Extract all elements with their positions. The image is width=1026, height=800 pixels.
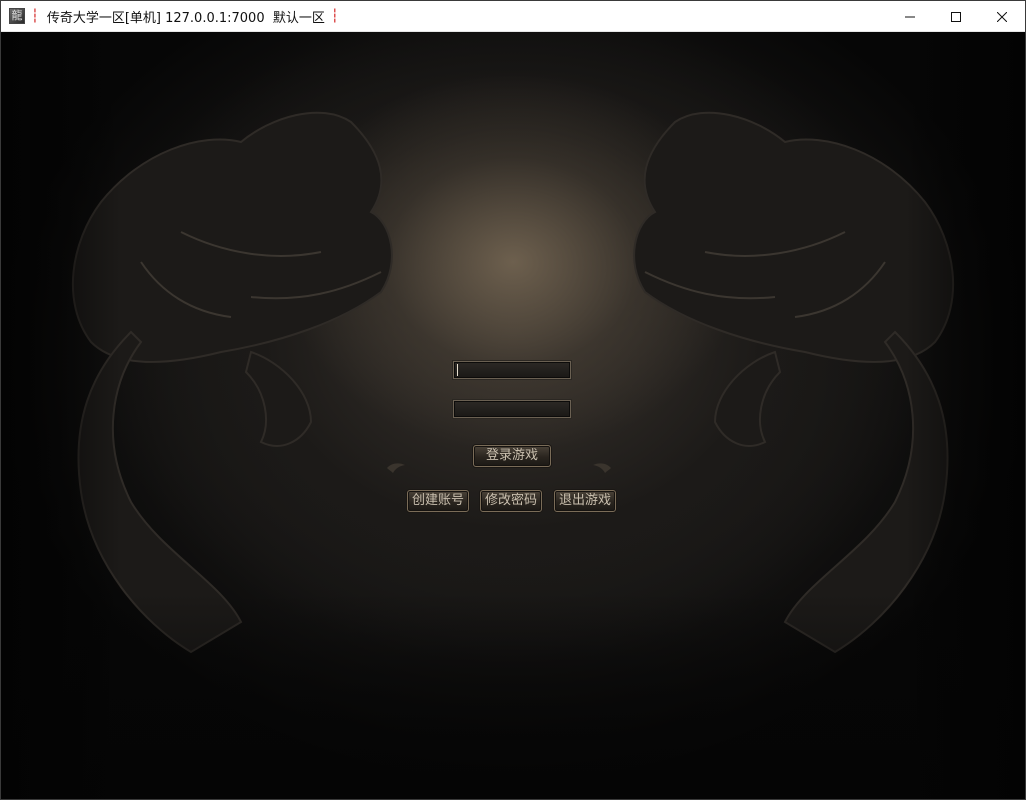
title-separator-left: ┆: [31, 8, 39, 24]
close-icon: [997, 11, 1007, 22]
login-screen: 登录游戏 创建账号 修改密码 退出游戏: [1, 32, 1025, 799]
maximize-icon: [951, 11, 961, 22]
exit-game-button[interactable]: 退出游戏: [554, 490, 616, 512]
text-caret: [457, 364, 458, 376]
account-input[interactable]: [453, 361, 571, 379]
create-account-button[interactable]: 创建账号: [407, 490, 469, 512]
close-button[interactable]: [979, 1, 1025, 32]
ornament-right-icon: [593, 463, 611, 473]
window-title: 传奇大学一区[单机] 127.0.0.1:7000 默认一区: [46, 10, 325, 26]
ornament-left-icon: [387, 463, 405, 473]
title-separator-right: ┆: [330, 8, 339, 24]
minimize-button[interactable]: [887, 1, 933, 32]
window-controls: [887, 1, 1025, 32]
game-window: 龍 ┆ 传奇大学一区[单机] 127.0.0.1:7000 默认一区 ┆ 登录游…: [0, 0, 1026, 800]
title-bar[interactable]: 龍 ┆ 传奇大学一区[单机] 127.0.0.1:7000 默认一区 ┆: [1, 1, 1025, 32]
change-password-button[interactable]: 修改密码: [480, 490, 542, 512]
password-input[interactable]: [453, 400, 571, 418]
maximize-button[interactable]: [933, 1, 979, 32]
login-game-button[interactable]: 登录游戏: [473, 445, 551, 467]
app-icon: 龍: [9, 8, 25, 24]
minimize-icon: [905, 16, 915, 17]
